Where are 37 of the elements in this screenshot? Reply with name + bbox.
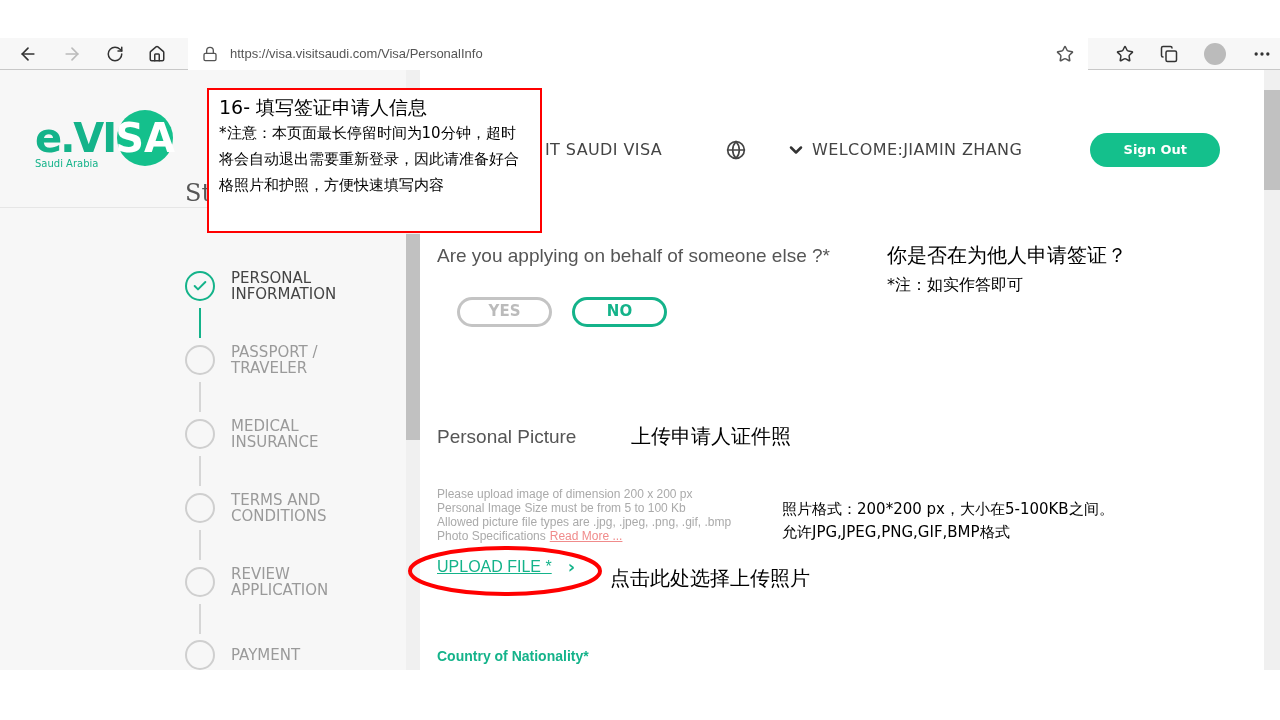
help-text: Personal Image Size must be from 5 to 100 Kb bbox=[437, 501, 686, 515]
welcome-text[interactable]: WELCOME:JIAMIN ZHANG bbox=[812, 138, 1023, 162]
reload-icon[interactable] bbox=[106, 44, 124, 63]
field-label: Country of Nationality* bbox=[437, 647, 589, 666]
annotation-text: *注：如实作答即可 bbox=[887, 274, 1023, 296]
step-label[interactable]: TERMS AND CONDITIONS bbox=[231, 492, 351, 524]
section-heading: Personal Picture bbox=[437, 424, 577, 449]
annotation-note: *注意：本页面最长停留时间为10分钟，超时将会自动退出需要重新登录，因此请准备好合格照片和护照，方便快速填写内容 bbox=[219, 123, 520, 196]
globe-icon[interactable] bbox=[726, 140, 747, 160]
step-label[interactable]: REVIEW APPLICATION bbox=[231, 566, 351, 598]
address-field[interactable]: https://visa.visitsaudi.com/Visa/PersonalInfo bbox=[188, 37, 1088, 70]
step-label[interactable]: MEDICAL INSURANCE bbox=[231, 418, 351, 450]
annotation-text: 上传申请人证件照 bbox=[631, 423, 791, 450]
choice-button[interactable]: YES bbox=[457, 296, 552, 327]
read-more-link[interactable]: Read More ... bbox=[549, 529, 623, 543]
annotation-text: 你是否在为他人申请签证？ bbox=[887, 242, 1127, 269]
upload-file-link[interactable]: UPLOAD FILE * bbox=[437, 554, 552, 579]
step-label[interactable]: PAYMENT bbox=[231, 647, 351, 663]
choice-button[interactable]: NO bbox=[572, 296, 667, 327]
sign-out-button[interactable]: Sign Out bbox=[1090, 133, 1221, 167]
favorites-icon[interactable] bbox=[1116, 44, 1134, 63]
help-text: Allowed picture file types are .jpg, .jpeg, .png, .gif, .bmp bbox=[437, 515, 732, 529]
question-text: Are you applying on behalf of someone else ?* bbox=[437, 244, 830, 268]
url-text: https://visa.visitsaudi.com/Visa/PersonalInfo bbox=[230, 44, 483, 63]
annotation-title: 16- 填写签证申请人信息 bbox=[219, 95, 429, 120]
collections-icon[interactable] bbox=[1160, 44, 1178, 63]
help-text: Photo Specifications bbox=[437, 529, 546, 543]
lock-icon bbox=[202, 45, 218, 62]
page-scrollbar[interactable] bbox=[1264, 70, 1280, 670]
home-icon[interactable] bbox=[148, 44, 166, 63]
upload-arrow[interactable]: › bbox=[567, 553, 576, 580]
site-title[interactable]: IT SAUDI VISA bbox=[545, 138, 663, 162]
annotation-text: 照片格式：200*200 px，大小在5-100KB之间。允许JPG,JPEG,PNG,GIF,BMP格式 bbox=[782, 499, 1115, 543]
step-label[interactable]: PASSPORT / TRAVELER bbox=[231, 344, 351, 376]
step-label[interactable]: PERSONAL INFORMATION bbox=[231, 270, 351, 302]
annotation-text: 点击此处选择上传照片 bbox=[610, 565, 810, 592]
help-text: Please upload image of dimension 200 x 200 px bbox=[437, 487, 693, 501]
